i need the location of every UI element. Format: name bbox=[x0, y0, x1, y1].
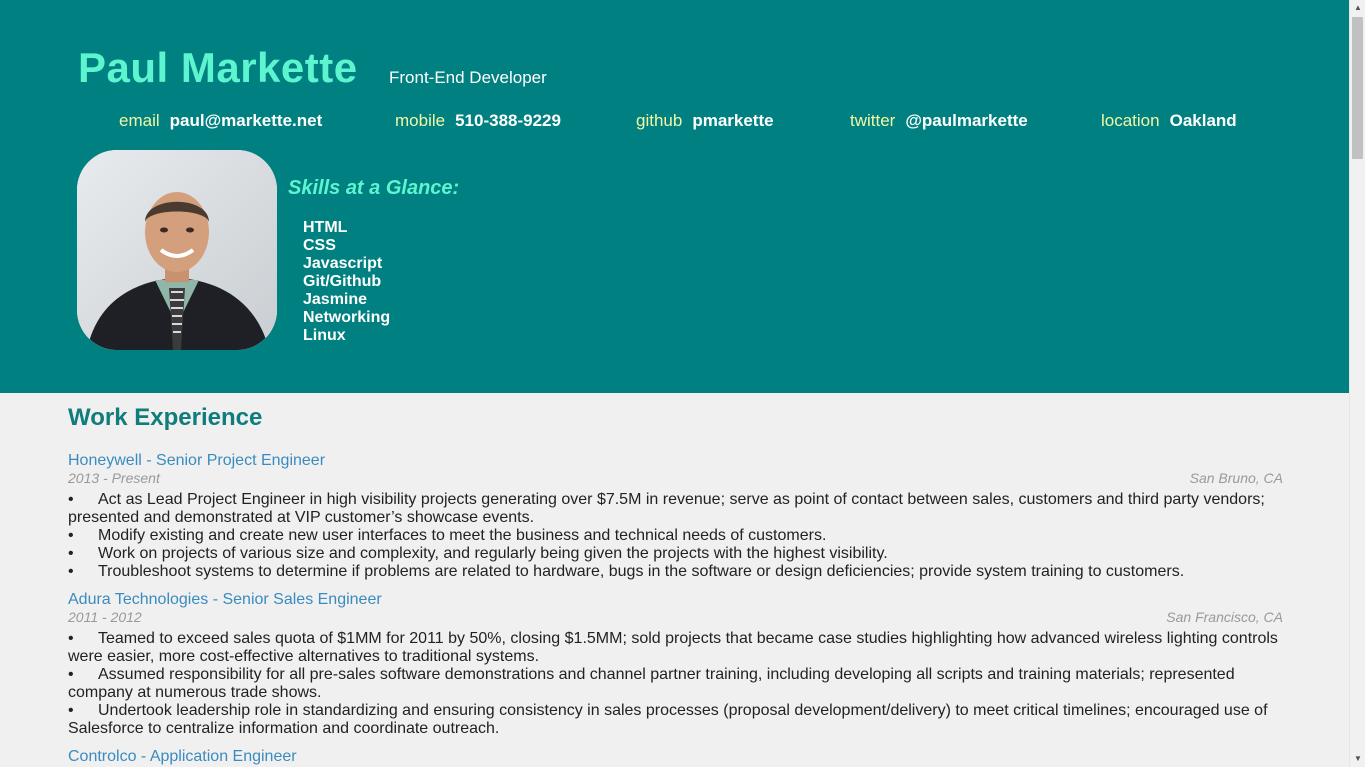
resume-page: Paul Markette Front-End Developer email p… bbox=[0, 0, 1349, 767]
skills-list: HTML CSS Javascript Git/Github Jasmine N… bbox=[303, 219, 390, 345]
contact-email: email paul@markette.net bbox=[119, 111, 322, 131]
skill-item: Javascript bbox=[303, 255, 383, 272]
job-bullet: Act as Lead Project Engineer in high vis… bbox=[68, 491, 1283, 527]
job-location: San Francisco, CA bbox=[1166, 609, 1283, 625]
skills-heading: Skills at a Glance: bbox=[288, 177, 460, 199]
contact-label: mobile bbox=[395, 111, 446, 130]
header-banner: Paul Markette Front-End Developer email p… bbox=[0, 0, 1349, 393]
job-bullets: Act as Lead Project Engineer in high vis… bbox=[68, 491, 1283, 581]
contact-value[interactable]: paul@markette.net bbox=[170, 111, 323, 130]
work-experience-heading: Work Experience bbox=[68, 404, 263, 431]
skill-item: CSS bbox=[303, 237, 336, 254]
job-title-link[interactable]: Controlco - Application Engineer bbox=[68, 748, 297, 766]
job-location: San Bruno, CA bbox=[1189, 470, 1283, 486]
job-bullet: Modify existing and create new user inte… bbox=[68, 527, 1283, 545]
job-bullets: Teamed to exceed sales quota of $1MM for… bbox=[68, 630, 1283, 738]
skill-item: Git/Github bbox=[303, 273, 382, 290]
contact-label: email bbox=[119, 111, 160, 130]
job-meta: 2011 - 2012 San Francisco, CA bbox=[68, 609, 1283, 625]
contact-location: location Oakland bbox=[1101, 111, 1237, 131]
job-meta: 2013 - Present San Bruno, CA bbox=[68, 470, 1283, 486]
job-title-link[interactable]: Honeywell - Senior Project Engineer bbox=[68, 452, 325, 470]
contact-value[interactable]: 510-388-9229 bbox=[455, 111, 561, 130]
scroll-up-arrow-icon[interactable]: ▲ bbox=[1350, 0, 1365, 16]
skill-item: Linux bbox=[303, 327, 346, 344]
scroll-down-arrow-icon[interactable]: ▼ bbox=[1350, 751, 1365, 767]
skill-item: HTML bbox=[303, 219, 348, 236]
job-bullet: Undertook leadership role in standardizi… bbox=[68, 702, 1283, 738]
job-dates: 2011 - 2012 bbox=[68, 609, 142, 625]
contact-value[interactable]: pmarkette bbox=[692, 111, 773, 130]
contact-twitter: twitter @paulmarkette bbox=[850, 111, 1028, 131]
scroll-thumb[interactable] bbox=[1352, 17, 1363, 159]
job-bullet: Assumed responsibility for all pre-sales… bbox=[68, 666, 1283, 702]
job-title-link[interactable]: Adura Technologies - Senior Sales Engine… bbox=[68, 591, 382, 609]
person-name: Paul Markette bbox=[78, 44, 358, 91]
job-bullet: Work on projects of various size and com… bbox=[68, 545, 1283, 563]
job-bullet: Teamed to exceed sales quota of $1MM for… bbox=[68, 630, 1283, 666]
skill-item: Networking bbox=[303, 309, 391, 326]
job-dates: 2013 - Present bbox=[68, 470, 160, 486]
vertical-scrollbar[interactable]: ▲ ▼ bbox=[1349, 0, 1365, 767]
profile-photo-illustration bbox=[77, 150, 277, 350]
contact-label: github bbox=[636, 111, 683, 130]
contact-value: Oakland bbox=[1169, 111, 1237, 130]
contact-mobile: mobile 510-388-9229 bbox=[395, 111, 561, 131]
job-role: Front-End Developer bbox=[389, 68, 547, 87]
job-bullet: Troubleshoot systems to determine if pro… bbox=[68, 563, 1283, 581]
profile-photo bbox=[77, 150, 277, 350]
contact-label: twitter bbox=[850, 111, 896, 130]
contact-label: location bbox=[1101, 111, 1160, 130]
contact-value[interactable]: @paulmarkette bbox=[905, 111, 1027, 130]
skill-item: Jasmine bbox=[303, 291, 368, 308]
contact-github: github pmarkette bbox=[636, 111, 774, 131]
